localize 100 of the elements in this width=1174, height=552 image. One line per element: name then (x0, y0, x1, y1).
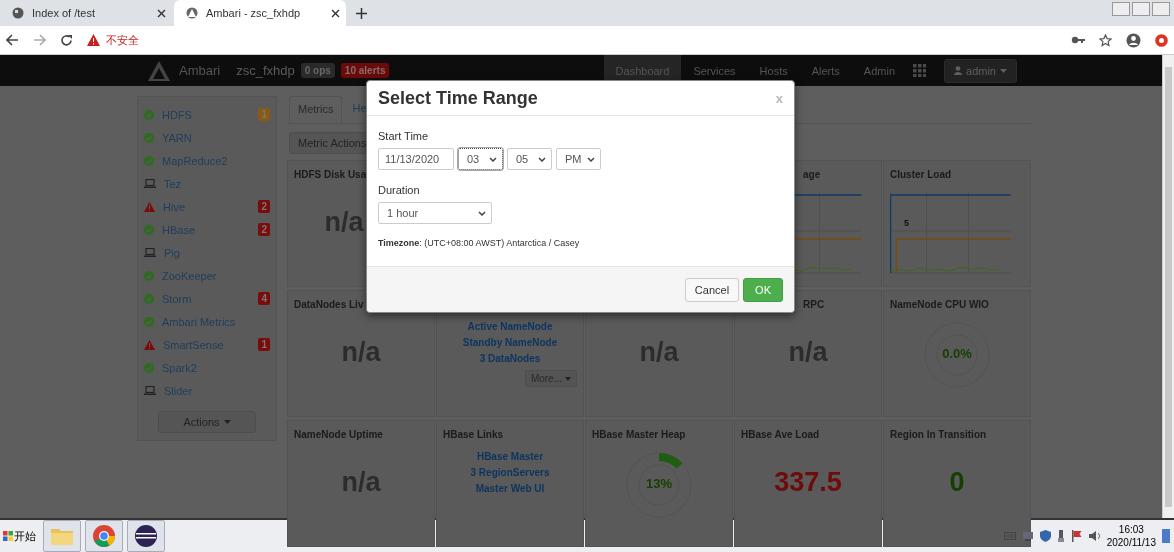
widget-link[interactable]: Master Web UI (475, 483, 545, 494)
alerts-badge[interactable]: 10 alerts (340, 63, 390, 78)
reload-icon[interactable] (60, 33, 73, 47)
ops-badge[interactable]: 0 ops (300, 63, 335, 78)
caret-icon (1000, 68, 1007, 73)
widget-title: Cluster Load (890, 169, 952, 180)
field-label: Duration (378, 184, 421, 196)
select-field[interactable]: PM (556, 148, 601, 170)
service-link[interactable]: MapReduce2 (162, 154, 272, 167)
globe-icon (12, 7, 24, 19)
select-field[interactable]: 05 (507, 148, 552, 170)
widget-title: HBase Links (443, 429, 504, 440)
ambari-logo-icon (186, 7, 198, 19)
start-button[interactable]: 开始 (0, 521, 39, 551)
account-icon[interactable] (1126, 32, 1141, 48)
laptop-icon (144, 386, 156, 395)
service-link[interactable]: SmartSense (163, 338, 251, 351)
laptop-icon (144, 248, 156, 257)
cluster-name: zsc_fxhdp (236, 63, 295, 78)
alert-count-badge[interactable]: 2 (258, 223, 270, 236)
widget-title: Region In Transition (890, 429, 987, 440)
check-circle-icon (144, 109, 154, 120)
caret-icon (538, 156, 546, 162)
widget-link[interactable]: Active NameNode (467, 321, 553, 332)
widget-title: DataNodes Liv (294, 299, 364, 310)
browser-tab[interactable]: Ambari - zsc_fxhdp (174, 0, 346, 26)
gauge-reading: 13% (645, 476, 673, 491)
usb-icon[interactable] (1056, 530, 1065, 542)
service-link[interactable]: HBase (162, 223, 251, 236)
brand-name[interactable]: Ambari (179, 63, 221, 78)
check-circle-icon (144, 316, 154, 327)
close-button[interactable]: x (775, 90, 783, 106)
nav-link[interactable]: Alerts (799, 55, 852, 86)
widget-link[interactable]: HBase Master (476, 451, 544, 462)
laptop-icon (144, 179, 156, 188)
service-link[interactable]: Spark2 (162, 361, 272, 374)
caret-icon (565, 376, 571, 381)
widget-title: age (803, 169, 821, 180)
widget-title: NameNode CPU WIO (890, 299, 989, 310)
extension-icon[interactable] (1155, 33, 1168, 47)
ok-button[interactable]: OK (743, 277, 783, 302)
close-icon[interactable] (157, 8, 166, 18)
star-icon[interactable] (1099, 33, 1112, 47)
alert-count-badge[interactable]: 2 (258, 200, 270, 213)
alert-count-badge[interactable]: 4 (258, 292, 270, 305)
dialog-title: Select Time Range (378, 87, 538, 109)
alert-count-badge[interactable]: 1 (258, 338, 270, 351)
service-link[interactable]: HDFS (162, 108, 251, 121)
service-link[interactable]: Ambari Metrics (162, 315, 272, 328)
flag-icon[interactable] (1070, 530, 1083, 542)
service-link[interactable]: Pig (164, 246, 272, 259)
security-label[interactable]: 不安全 (106, 32, 139, 48)
service-link[interactable]: Slider (164, 384, 272, 397)
service-link[interactable]: Hive (163, 200, 251, 213)
ambari-logo-icon (147, 59, 171, 82)
user-icon (954, 66, 963, 75)
chrome-icon[interactable] (91, 523, 117, 549)
close-icon[interactable] (331, 8, 340, 18)
check-circle-icon (144, 224, 154, 235)
check-circle-icon (144, 362, 154, 373)
speaker-icon[interactable] (1088, 531, 1101, 541)
widget-title: HDFS Disk Usa (294, 169, 367, 180)
widget-title: RPC (803, 299, 825, 310)
warning-icon (87, 34, 100, 46)
key-icon[interactable] (1071, 35, 1085, 45)
scrollbar-thumb[interactable] (1165, 67, 1172, 507)
cancel-button[interactable]: Cancel (684, 277, 740, 302)
service-link[interactable]: Storm (162, 292, 251, 305)
nav-link[interactable]: Admin (851, 55, 908, 86)
user-menu-button[interactable]: admin (944, 58, 1017, 83)
date-field[interactable]: 11/13/2020 (378, 148, 454, 170)
service-link[interactable]: ZooKeeper (162, 269, 272, 282)
check-circle-icon (144, 155, 154, 166)
service-link[interactable]: YARN (162, 131, 272, 144)
network-icon[interactable] (1021, 531, 1034, 541)
select-field[interactable]: 1 hour (378, 202, 492, 224)
eclipse-icon[interactable] (133, 523, 159, 549)
widget-title: HBase Master Heap (592, 429, 686, 440)
browser-tab[interactable]: Index of /test (0, 0, 172, 26)
caret-icon (587, 156, 595, 162)
select-field[interactable]: 03 (458, 148, 503, 170)
timezone-text: Timezone: (UTC+08:00 AWST) Antarctica / Casey (378, 238, 581, 248)
widget-value: 0 (949, 467, 965, 498)
widget-link[interactable]: 3 RegionServers (470, 467, 550, 478)
axis-tick-label: 5 (904, 218, 909, 228)
service-link[interactable]: Tez (164, 177, 272, 190)
widget-title: HBase Ave Load (741, 429, 820, 440)
clock[interactable]: 16:03 2020/11/13 (1106, 523, 1156, 549)
widget-title: NameNode Uptime (294, 429, 383, 440)
new-tab-icon[interactable] (356, 7, 367, 19)
field-label: Start Time (378, 130, 430, 142)
widget-value: 337.5 (774, 467, 842, 498)
widget-link[interactable]: 3 DataNodes (479, 353, 541, 364)
back-icon[interactable] (6, 34, 19, 46)
alert-count-badge[interactable]: 1 (258, 108, 270, 121)
caret-icon (478, 210, 486, 216)
gauge-reading: 0.0% (941, 346, 973, 361)
shield-icon[interactable] (1039, 530, 1051, 542)
widget-link[interactable]: Standby NameNode (462, 337, 558, 348)
check-circle-icon (144, 293, 154, 304)
